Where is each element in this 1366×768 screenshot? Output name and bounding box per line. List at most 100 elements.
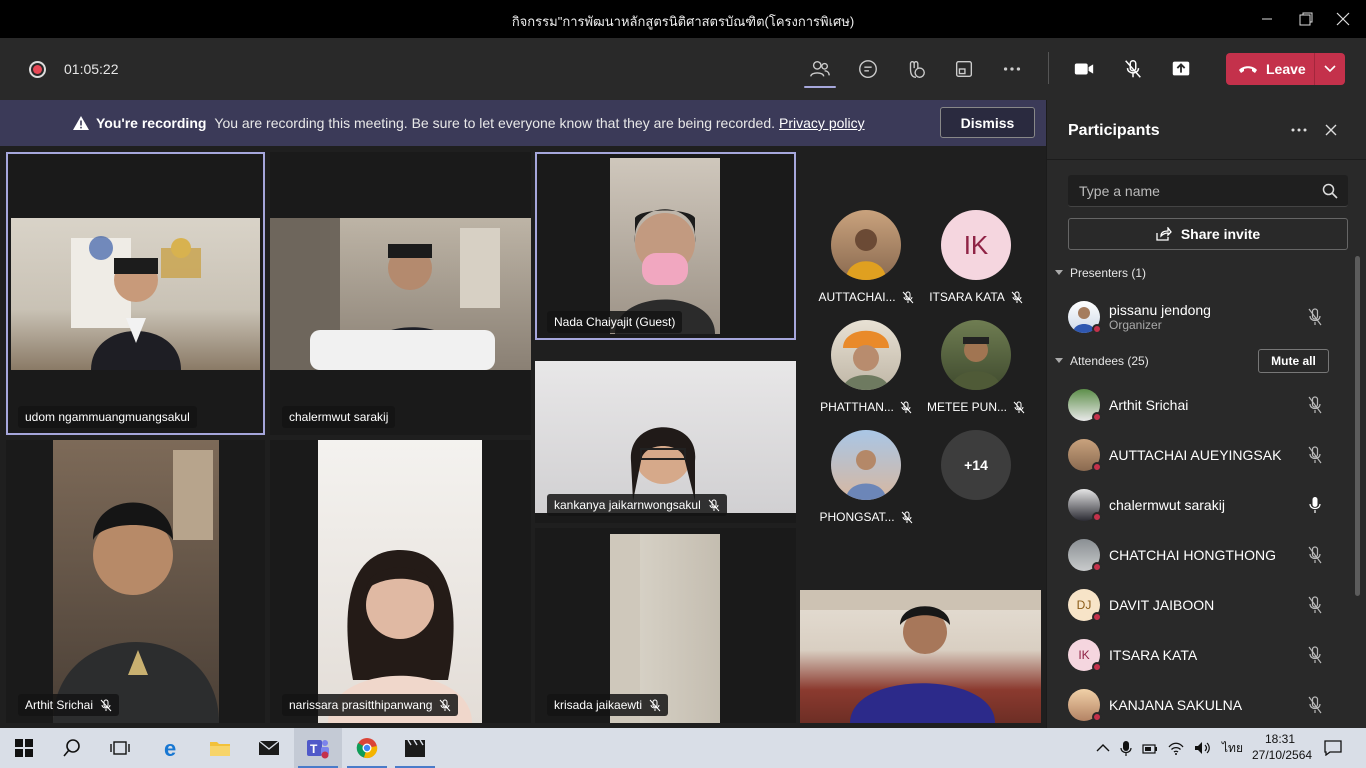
window-title: กิจกรรม"การพัฒนาหลักสูตรนิติศาสตรบัณฑิต(…: [511, 14, 855, 29]
video-editor-app[interactable]: [391, 728, 439, 768]
attendees-section-toggle[interactable]: Attendees (25): [1055, 354, 1149, 368]
breakout-rooms-button[interactable]: [950, 55, 978, 83]
video-feed: [535, 361, 796, 513]
close-icon: [1336, 12, 1350, 26]
mail-icon: [258, 740, 280, 755]
start-button[interactable]: [0, 728, 48, 768]
reactions-icon: [909, 61, 925, 78]
recording-banner: You're recording You are recording this …: [0, 100, 1046, 146]
video-feed: [318, 440, 482, 723]
avatar: [1068, 389, 1102, 422]
mic-button[interactable]: [1119, 55, 1147, 83]
self-view-tile[interactable]: [800, 590, 1041, 723]
participant-name: ITSARA KATA: [929, 290, 1005, 304]
camera-icon: [1074, 63, 1094, 75]
microphone-icon[interactable]: [1120, 740, 1132, 756]
participant-name: chalermwut sarakij: [289, 410, 389, 424]
video-tile[interactable]: chalermwut sarakij: [270, 152, 531, 435]
active-tab-indicator: [804, 86, 836, 88]
participant-row[interactable]: CHATCHAI HONGTHONG: [1068, 530, 1358, 580]
avatar: [1068, 301, 1102, 334]
mail-app[interactable]: [245, 728, 293, 768]
svg-text:e: e: [164, 737, 176, 759]
toolbar-divider: [1048, 52, 1049, 84]
presenters-section-toggle[interactable]: Presenters (1): [1055, 266, 1146, 280]
leave-button[interactable]: Leave: [1226, 53, 1345, 85]
participant-avatar-tile[interactable]: METEE PUN...: [926, 320, 1026, 414]
teams-icon: T: [307, 740, 329, 759]
video-tile[interactable]: kankanya jaikarnwongsakul: [535, 361, 796, 523]
participants-button[interactable]: [806, 55, 834, 83]
leave-options-button[interactable]: [1315, 65, 1345, 73]
title-bar: กิจกรรม"การพัฒนาหลักสูตรนิติศาสตรบัณฑิต(…: [0, 0, 1366, 38]
self-video: [800, 590, 1041, 723]
reactions-button[interactable]: [902, 55, 930, 83]
search-button[interactable]: [48, 728, 96, 768]
participant-row[interactable]: KANJANA SAKULNA: [1068, 680, 1358, 730]
chat-button[interactable]: [854, 55, 882, 83]
volume-icon[interactable]: [1194, 741, 1212, 755]
participant-video: [630, 427, 696, 501]
file-explorer-app[interactable]: [196, 728, 244, 768]
wifi-icon[interactable]: [1168, 741, 1184, 755]
mic-off-icon: [1125, 60, 1141, 78]
battery-icon[interactable]: [1142, 741, 1158, 755]
privacy-policy-link[interactable]: Privacy policy: [779, 115, 865, 131]
search-input[interactable]: [1068, 175, 1308, 207]
participant-row[interactable]: Arthit Srichai: [1068, 380, 1358, 430]
search-icon[interactable]: [1322, 183, 1338, 199]
avatar-photo: [846, 229, 886, 280]
avatar: [831, 430, 901, 500]
task-view-button[interactable]: [96, 728, 144, 768]
panel-scrollbar[interactable]: [1355, 256, 1360, 596]
participant-row[interactable]: AUTTACHAI AUEYINGSAK: [1068, 430, 1358, 480]
more-participants-button[interactable]: +14: [926, 430, 1026, 500]
more-actions-button[interactable]: [998, 55, 1026, 83]
more-icon: [1003, 67, 1021, 71]
participant-row[interactable]: pissanu jendong Organizer: [1068, 292, 1358, 342]
panel-close-button[interactable]: [1319, 120, 1343, 140]
participant-avatar-tile[interactable]: PHONGSAT...: [816, 430, 916, 524]
participant-avatar-tile[interactable]: IK ITSARA KATA: [926, 210, 1026, 304]
video-tile[interactable]: krisada jaikaewti: [535, 528, 796, 723]
leave-main[interactable]: Leave: [1226, 61, 1314, 77]
presenters-label: Presenters (1): [1070, 266, 1147, 280]
share-invite-button[interactable]: Share invite: [1068, 218, 1348, 250]
chevron-up-icon[interactable]: [1096, 744, 1110, 752]
mic-off-icon: [900, 401, 912, 413]
share-screen-button[interactable]: [1167, 55, 1195, 83]
edge-app[interactable]: e: [148, 728, 196, 768]
camera-button[interactable]: [1070, 55, 1098, 83]
mic-off-icon: [1011, 291, 1023, 303]
participant-name: KANJANA SAKULNA: [1109, 697, 1243, 713]
dismiss-button[interactable]: Dismiss: [940, 107, 1035, 138]
participant-avatar-tile[interactable]: AUTTACHAI...: [816, 210, 916, 304]
mic-off-icon: [440, 699, 451, 711]
taskbar-clock[interactable]: 18:31 27/10/2564: [1252, 731, 1312, 763]
participant-name: CHATCHAI HONGTHONG: [1109, 547, 1276, 563]
video-tile[interactable]: udom ngammuangmuangsakul: [6, 152, 265, 435]
participant-name: PHATTHAN...: [820, 400, 894, 414]
overflow-count: +14: [941, 430, 1011, 500]
hang-up-icon: [1239, 66, 1257, 73]
video-tile[interactable]: Arthit Srichai: [6, 440, 265, 723]
notifications-button[interactable]: [1310, 728, 1356, 768]
input-language[interactable]: ไทย: [1222, 739, 1243, 758]
chrome-app[interactable]: [343, 728, 391, 768]
mic-off-icon: [1308, 596, 1322, 614]
participant-name: DAVIT JAIBOON: [1109, 597, 1215, 613]
participant-avatar-tile[interactable]: PHATTHAN...: [816, 320, 916, 414]
participant-row[interactable]: chalermwut sarakij: [1068, 480, 1358, 530]
video-tile[interactable]: narissara prasitthipanwang: [270, 440, 531, 723]
leave-label: Leave: [1266, 61, 1306, 77]
teams-app[interactable]: T: [294, 728, 342, 768]
close-window-button[interactable]: [1320, 0, 1366, 38]
panel-more-button[interactable]: [1287, 120, 1311, 140]
participant-name: Nada Chaiyajit (Guest): [554, 315, 676, 329]
video-feed: [53, 440, 219, 723]
participant-row[interactable]: IK ITSARA KATA: [1068, 630, 1358, 680]
status-dot: [1092, 662, 1102, 672]
participant-row[interactable]: DJ DAVIT JAIBOON: [1068, 580, 1358, 630]
mute-all-button[interactable]: Mute all: [1258, 349, 1329, 373]
video-tile[interactable]: Nada Chaiyajit (Guest): [535, 152, 796, 340]
